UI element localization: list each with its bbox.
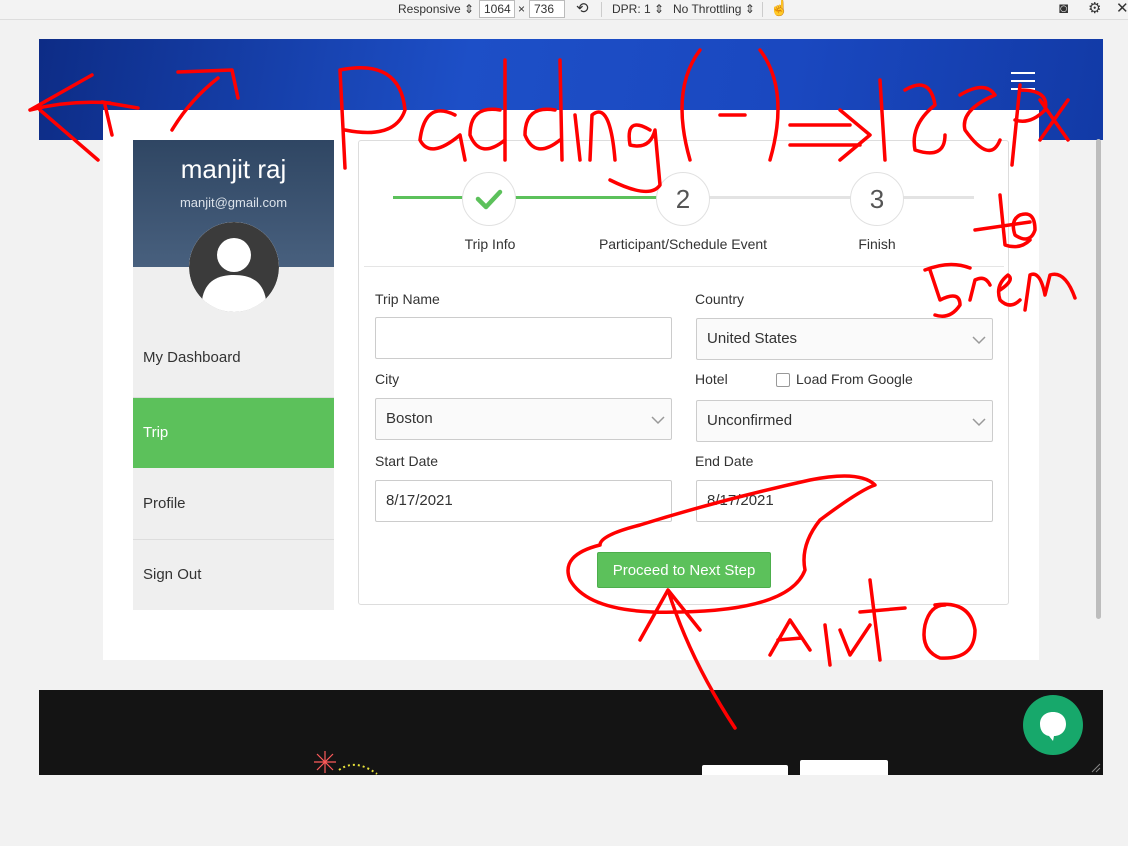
progress-track-done <box>393 196 683 199</box>
hamburger-menu-icon[interactable] <box>1011 72 1035 90</box>
proceed-button[interactable]: Proceed to Next Step <box>597 552 771 588</box>
load-from-google-label: Load From Google <box>796 371 913 387</box>
progress-track-pending <box>683 196 974 199</box>
start-date-label: Start Date <box>375 453 439 469</box>
resize-handle-icon[interactable] <box>1091 763 1101 773</box>
sidebar-item-dashboard[interactable]: My Dashboard <box>133 323 334 393</box>
sidebar-item-label: Sign Out <box>143 566 202 583</box>
site-footer <box>39 690 1103 775</box>
toolbar-divider <box>762 2 763 17</box>
sidebar-item-profile[interactable]: Profile <box>133 469 334 539</box>
trip-name-input[interactable] <box>375 317 672 359</box>
sidebar-item-label: My Dashboard <box>143 349 241 366</box>
start-date-input[interactable]: 8/17/2021 <box>375 480 672 522</box>
throttling-select[interactable]: No Throttling ⇕ <box>673 2 755 16</box>
country-select[interactable]: United States <box>696 318 993 360</box>
user-name: manjit raj <box>180 154 287 184</box>
toolbar-divider <box>601 2 602 17</box>
step-3-label: Finish <box>858 236 896 252</box>
close-icon[interactable]: ✕ <box>1116 0 1128 18</box>
sidebar-item-sign-out[interactable]: Sign Out <box>133 540 334 610</box>
camera-icon[interactable]: ◙ <box>1059 0 1068 18</box>
chevron-down-icon <box>972 336 986 345</box>
user-email: manjit@gmail.com <box>179 195 288 210</box>
fireworks-image <box>314 751 378 775</box>
city-select[interactable]: Boston <box>375 398 672 440</box>
sidebar-item-trip[interactable]: Trip <box>133 398 334 468</box>
country-label: Country <box>695 291 745 307</box>
dpr-select[interactable]: DPR: 1 ⇕ <box>612 2 664 16</box>
hotel-value: Unconfirmed <box>707 412 793 429</box>
footer-select[interactable] <box>702 765 788 775</box>
sidebar-item-label: Profile <box>143 495 186 512</box>
hotel-select[interactable]: Unconfirmed <box>696 400 993 442</box>
trip-form-panel: 2 3 Trip Info Participant/Schedule Event… <box>358 140 1009 605</box>
step-2-circle: 2 <box>656 172 710 226</box>
sidebar: manjit raj manjit@gmail.com My Dashboard… <box>133 140 334 610</box>
touch-icon[interactable]: ☝ <box>770 0 789 18</box>
chat-widget-button[interactable] <box>1023 695 1083 755</box>
end-date-input[interactable]: 8/17/2021 <box>696 480 993 522</box>
load-from-google-checkbox[interactable] <box>776 373 790 387</box>
currency-select[interactable] <box>800 760 888 775</box>
step-2-label: Participant/Schedule Event <box>598 236 768 252</box>
viewport: manjit raj manjit@gmail.com My Dashboard… <box>39 39 1103 775</box>
step-3-circle: 3 <box>850 172 904 226</box>
viewport-height-input[interactable]: 736 <box>529 0 565 18</box>
page-scrollbar[interactable] <box>1096 139 1101 619</box>
city-value: Boston <box>386 410 433 427</box>
chevron-down-icon <box>972 418 986 427</box>
country-value: United States <box>707 330 798 347</box>
gear-icon[interactable]: ⚙ <box>1088 0 1101 18</box>
end-date-label: End Date <box>695 453 754 469</box>
viewport-width-input[interactable]: 1064 <box>479 0 515 18</box>
devtools-toolbar: Responsive ⇕ 1064 × 736 ⟲ DPR: 1 ⇕ No Th… <box>0 0 1128 20</box>
chat-bubble-icon <box>1040 712 1066 741</box>
rotate-icon[interactable]: ⟲ <box>576 0 589 18</box>
city-label: City <box>375 371 400 387</box>
avatar <box>189 222 279 312</box>
step-1-label: Trip Info <box>464 236 516 252</box>
dimension-separator: × <box>518 2 526 16</box>
trip-name-label: Trip Name <box>375 291 440 307</box>
device-mode-select[interactable]: Responsive ⇕ <box>398 2 474 16</box>
chevron-down-icon <box>651 416 665 425</box>
steps-divider <box>364 266 1004 267</box>
step-1-circle <box>462 172 516 226</box>
sidebar-item-label: Trip <box>143 424 169 441</box>
check-icon <box>475 189 503 210</box>
user-silhouette-icon <box>189 222 279 312</box>
hotel-label: Hotel <box>695 371 728 387</box>
